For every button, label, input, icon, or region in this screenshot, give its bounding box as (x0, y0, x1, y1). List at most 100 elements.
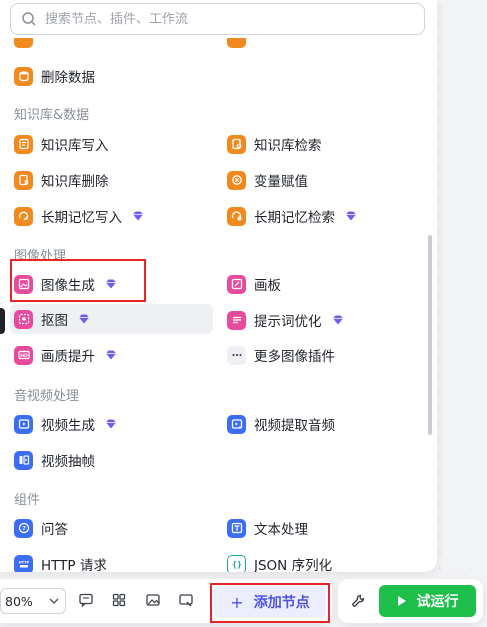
node-prompt-opt[interactable]: 提示词优化 (227, 305, 417, 335)
chevron-down-icon (49, 598, 59, 604)
svg-text:?: ? (22, 525, 26, 532)
add-node-label: 添加节点 (253, 595, 310, 611)
debug-settings-button[interactable] (348, 591, 368, 611)
node-canvas[interactable]: 画板 (227, 269, 417, 299)
node-http[interactable]: HTTP HTTP 请求 (14, 549, 204, 572)
section-knowledge: 知识库&数据 (14, 108, 90, 123)
comment-tool[interactable] (77, 591, 95, 609)
video-generate-icon (14, 414, 33, 434)
panel-pointer-indicator (0, 308, 5, 334)
node-var-assign[interactable]: 变量赋值 (227, 165, 417, 195)
node-text-proc[interactable]: 文本处理 (227, 513, 417, 543)
wrench-icon (351, 594, 365, 608)
node-label: 图像生成 (41, 278, 95, 294)
node-label: 画板 (254, 278, 281, 294)
plus-icon: + (230, 592, 244, 612)
panel-scrollbar[interactable] (428, 235, 432, 435)
node-panel: 删除数据 知识库&数据 知识库写入 知识库检索 知识库删除 变量赋值 长期记忆写… (0, 0, 437, 572)
knowledge-search-icon (227, 134, 246, 154)
node-ltm-write[interactable]: 长期记忆写入 (14, 201, 204, 231)
minimap-tool[interactable] (177, 591, 195, 609)
node-qa[interactable]: ? 问答 (14, 513, 204, 543)
node-label: 视频生成 (41, 418, 95, 434)
test-run-button[interactable]: 试运行 (379, 585, 476, 617)
memory-search-icon (227, 206, 246, 226)
layout-tool[interactable] (110, 591, 128, 609)
node-label: 知识库检索 (254, 138, 322, 154)
node-json-ser[interactable]: {} JSON 序列化 (227, 549, 417, 572)
node-delete-data[interactable]: 删除数据 (14, 61, 204, 91)
node-cutout[interactable]: 抠图 (10, 304, 213, 334)
node-video-frame[interactable]: 视频抽帧 (14, 445, 204, 475)
node-label: 更多图像插件 (254, 349, 335, 365)
premium-gem-icon (106, 419, 116, 429)
test-run-label: 试运行 (416, 594, 459, 610)
image-icon (146, 594, 160, 606)
partial-node-icon (14, 38, 33, 48)
node-label: HTTP 请求 (41, 558, 107, 572)
node-label: 提示词优化 (254, 314, 322, 330)
node-video-gen[interactable]: 视频生成 (14, 409, 204, 439)
zoom-value: 80% (5, 593, 33, 609)
variable-icon (227, 170, 246, 190)
node-image-gen[interactable]: 图像生成 (14, 269, 204, 299)
node-label: 文本处理 (254, 522, 308, 538)
video-frame-icon (14, 450, 33, 470)
node-label: 问答 (41, 522, 68, 538)
svg-text:HTTP: HTTP (18, 561, 29, 565)
zoom-select[interactable]: 80% (0, 588, 66, 614)
node-quality-up[interactable]: HD 画质提升 (14, 340, 204, 370)
node-label: 长期记忆检索 (254, 210, 335, 226)
prompt-optimize-icon (227, 310, 246, 330)
node-label: 视频提取音频 (254, 418, 335, 434)
question-icon: ? (14, 518, 33, 538)
node-label: 知识库写入 (41, 138, 109, 154)
text-process-icon (227, 518, 246, 538)
canvas-board-icon (227, 274, 246, 294)
premium-gem-icon (133, 211, 143, 221)
premium-gem-icon (79, 314, 89, 324)
premium-gem-icon (106, 350, 116, 360)
knowledge-write-icon (14, 134, 33, 154)
node-ltm-search[interactable]: 长期记忆检索 (227, 201, 417, 231)
more-dots-icon (227, 345, 246, 365)
premium-gem-icon (332, 315, 343, 325)
node-label: 画质提升 (41, 349, 95, 365)
grid-layout-icon (112, 593, 126, 607)
premium-gem-icon (106, 279, 116, 289)
search-box[interactable] (10, 3, 425, 35)
image-tool[interactable] (144, 591, 162, 609)
comment-icon (79, 593, 93, 607)
premium-gem-icon (346, 211, 356, 221)
search-icon (22, 12, 36, 26)
add-node-button[interactable]: + 添加节点 (214, 586, 326, 618)
knowledge-delete-icon (14, 170, 33, 190)
node-label: 知识库删除 (41, 174, 109, 190)
section-image: 图像处理 (14, 249, 67, 264)
node-label: 视频抽帧 (41, 454, 95, 470)
section-video: 音视频处理 (14, 389, 80, 404)
http-icon: HTTP (14, 554, 33, 572)
node-kb-delete[interactable]: 知识库删除 (14, 165, 204, 195)
database-delete-icon (14, 66, 33, 86)
section-component: 组件 (14, 493, 41, 508)
json-braces-icon: {} (227, 554, 246, 572)
node-label: 删除数据 (41, 70, 95, 86)
node-label: JSON 序列化 (254, 558, 333, 572)
node-label: 变量赋值 (254, 174, 308, 190)
search-input[interactable] (45, 11, 405, 27)
node-kb-write[interactable]: 知识库写入 (14, 129, 204, 159)
node-video-audio[interactable]: 视频提取音频 (227, 409, 417, 439)
video-audio-icon (227, 414, 246, 434)
partial-node-icon (227, 38, 246, 48)
hd-quality-icon: HD (14, 345, 33, 365)
svg-text:HD: HD (20, 353, 28, 359)
node-label: 抠图 (41, 313, 68, 329)
play-icon (397, 596, 406, 606)
image-generate-icon (14, 274, 33, 294)
memory-write-icon (14, 206, 33, 226)
node-more-image[interactable]: 更多图像插件 (227, 340, 417, 370)
node-kb-search[interactable]: 知识库检索 (227, 129, 417, 159)
cutout-icon (14, 309, 33, 329)
svg-text:{}: {} (232, 560, 242, 569)
